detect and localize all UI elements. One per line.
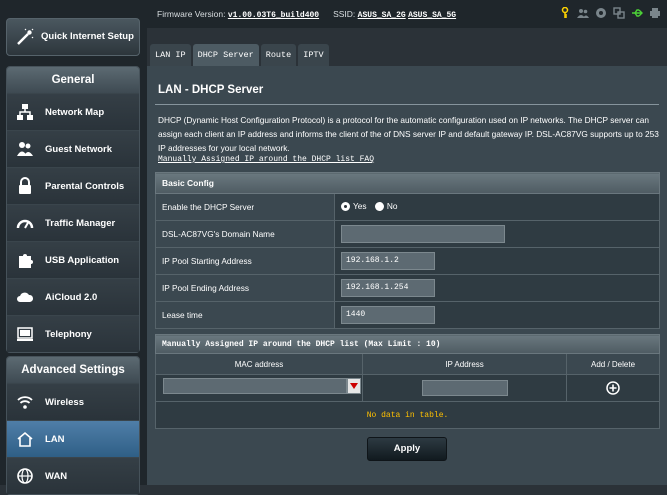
sidebar-item-telephony[interactable]: Telephony xyxy=(7,315,139,352)
advanced-settings-title: Advanced Settings xyxy=(7,357,139,383)
enable-dhcp-no-radio[interactable]: No xyxy=(374,201,398,212)
sidebar-item-label: Network Map xyxy=(45,106,105,118)
globe-icon xyxy=(15,466,35,486)
manual-ip-table: Manually Assigned IP around the DHCP lis… xyxy=(155,334,660,429)
ip-pool-end-label: IP Pool Ending Address xyxy=(155,274,335,302)
tab-route[interactable]: Route xyxy=(260,44,297,66)
tab-lan-ip[interactable]: LAN IP xyxy=(150,44,191,66)
ssid-label: SSID: xyxy=(333,8,356,19)
sidebar-item-label: USB Application xyxy=(45,254,120,266)
sidebar-item-usb-application[interactable]: USB Application xyxy=(7,241,139,278)
wifi-icon xyxy=(15,392,35,412)
status-icons xyxy=(559,6,661,19)
enable-dhcp-label: Enable the DHCP Server xyxy=(155,193,335,221)
basic-config-header: Basic Config xyxy=(155,172,660,194)
title-divider xyxy=(155,104,659,105)
main-panel: LAN - DHCP Server DHCP (Dynamic Host Con… xyxy=(147,66,667,485)
gauge-icon xyxy=(15,213,35,233)
clients-icon[interactable] xyxy=(577,7,589,19)
cloud-icon xyxy=(15,287,35,307)
top-status-bar: Firmware Version: v1.00.03T6_build400 SS… xyxy=(147,0,667,28)
ip-address-input[interactable] xyxy=(421,380,508,396)
ip-address-column-header: IP Address xyxy=(362,353,567,375)
sidebar-item-network-map[interactable]: Network Map xyxy=(7,93,139,130)
key-icon[interactable] xyxy=(559,6,571,19)
empty-table-message: No data in table. xyxy=(155,401,660,429)
ip-pool-start-label: IP Pool Starting Address xyxy=(155,247,335,275)
firmware-version-link[interactable]: v1.00.03T6_build400 xyxy=(228,11,319,20)
yes-label: Yes xyxy=(353,201,367,212)
tab-iptv[interactable]: IPTV xyxy=(298,44,329,66)
domain-name-input[interactable] xyxy=(341,225,505,243)
tab-bar: LAN IP DHCP Server Route IPTV xyxy=(150,44,329,66)
sidebar-item-label: Wireless xyxy=(45,396,84,408)
general-title: General xyxy=(7,67,139,93)
mac-address-select[interactable] xyxy=(163,377,361,394)
settings-icon[interactable] xyxy=(595,7,607,19)
add-delete-column-header: Add / Delete xyxy=(566,353,660,375)
sidebar-item-aicloud[interactable]: AiCloud 2.0 xyxy=(7,278,139,315)
faq-link[interactable]: Manually Assigned IP around the DHCP lis… xyxy=(155,155,659,164)
ip-pool-start-input[interactable]: 192.168.1.2 xyxy=(341,252,435,270)
general-menu: General Network Map Guest Network Parent… xyxy=(6,66,140,353)
basic-config-table: Basic Config Enable the DHCP Server Yes … xyxy=(155,172,660,329)
sidebar-item-label: Guest Network xyxy=(45,143,113,155)
radio-unselected-icon xyxy=(374,201,384,211)
quick-internet-setup-label: Quick Internet Setup xyxy=(41,31,134,42)
ip-pool-end-input[interactable]: 192.168.1.254 xyxy=(341,279,435,297)
network-map-icon xyxy=(15,102,35,122)
ssid-2g-link[interactable]: ASUS_SA_2G xyxy=(358,11,406,20)
sidebar-item-label: Parental Controls xyxy=(45,180,125,192)
domain-name-label: DSL-AC87VG's Domain Name xyxy=(155,220,335,248)
firmware-label: Firmware Version: xyxy=(157,8,226,19)
radio-selected-icon xyxy=(341,201,350,211)
advanced-settings-menu: Advanced Settings Wireless LAN WAN xyxy=(6,356,140,495)
sidebar-item-traffic-manager[interactable]: Traffic Manager xyxy=(7,204,139,241)
sidebar-item-guest-network[interactable]: Guest Network xyxy=(7,130,139,167)
sidebar-item-lan[interactable]: LAN xyxy=(7,420,139,457)
puzzle-icon xyxy=(15,250,35,270)
sidebar-item-label: WAN xyxy=(45,470,68,482)
guest-network-icon xyxy=(15,139,35,159)
add-circle-icon[interactable] xyxy=(606,381,620,395)
printer-icon[interactable] xyxy=(649,7,661,19)
sidebar: Quick Internet Setup General Network Map… xyxy=(0,0,147,495)
ssid-5g-link[interactable]: ASUS_SA_5G xyxy=(408,11,456,20)
sidebar-item-wan[interactable]: WAN xyxy=(7,457,139,494)
lease-time-input[interactable]: 1440 xyxy=(341,306,435,324)
no-label: No xyxy=(386,201,398,212)
mac-address-column-header: MAC address xyxy=(155,353,363,375)
wand-icon xyxy=(15,27,35,47)
dropdown-arrow-icon[interactable] xyxy=(347,377,361,394)
sidebar-item-parental-controls[interactable]: Parental Controls xyxy=(7,167,139,204)
phone-icon xyxy=(15,324,35,344)
apply-button[interactable]: Apply xyxy=(367,437,447,461)
lock-icon xyxy=(15,176,35,196)
sidebar-item-label: Telephony xyxy=(45,328,92,340)
sidebar-item-label: LAN xyxy=(45,433,65,445)
page-description: DHCP (Dynamic Host Configuration Protoco… xyxy=(158,115,659,153)
page-title: LAN - DHCP Server xyxy=(158,84,264,96)
mac-address-field[interactable] xyxy=(163,377,347,394)
link-icon[interactable] xyxy=(613,7,625,19)
sidebar-item-wireless[interactable]: Wireless xyxy=(7,383,139,420)
manual-ip-header: Manually Assigned IP around the DHCP lis… xyxy=(155,334,660,354)
house-icon xyxy=(15,429,35,449)
sidebar-item-label: Traffic Manager xyxy=(45,217,116,229)
lease-time-label: Lease time xyxy=(155,301,335,329)
quick-internet-setup-button[interactable]: Quick Internet Setup xyxy=(6,18,140,56)
tab-dhcp-server[interactable]: DHCP Server xyxy=(192,44,259,66)
usb-icon[interactable] xyxy=(631,7,643,19)
sidebar-item-label: AiCloud 2.0 xyxy=(45,291,98,303)
enable-dhcp-yes-radio[interactable]: Yes xyxy=(341,201,367,211)
